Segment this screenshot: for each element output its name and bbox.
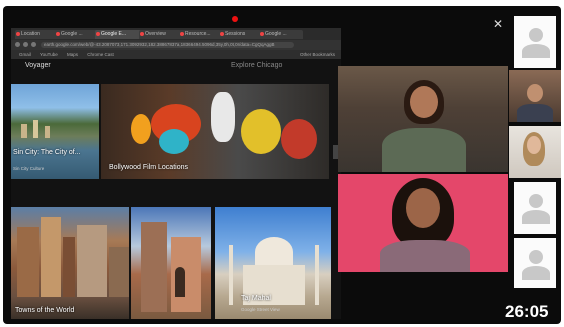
dancer-image — [241, 109, 281, 154]
voyager-card[interactable]: Towns of the World — [11, 207, 129, 319]
browser-tab-bar: Location Google ... Google E... Overview… — [11, 28, 341, 40]
user-icon-body — [522, 210, 550, 224]
card-title: Sin City: The City of... — [13, 149, 81, 156]
participant-avatar-placeholder[interactable] — [514, 238, 556, 288]
tab-label: Google ... — [61, 31, 83, 37]
face-shape — [410, 86, 438, 118]
face-shape — [527, 84, 543, 102]
card-subtitle: Sin City Culture — [13, 166, 45, 171]
recording-indicator — [232, 16, 238, 22]
building-image — [141, 222, 167, 312]
dancer-image — [131, 114, 151, 144]
user-icon — [529, 250, 543, 264]
card-title: Towns of the World — [15, 307, 75, 314]
shirt-shape — [380, 240, 470, 272]
voyager-header: Voyager Explore Chicago — [11, 59, 341, 73]
tab-label: Overview — [145, 31, 166, 37]
tab-favicon-icon — [140, 32, 144, 36]
voyager-card[interactable] — [131, 207, 211, 319]
browser-tab[interactable]: Overview — [139, 30, 183, 39]
meeting-window: ✕ Location Google ... Google E... Overvi… — [3, 6, 561, 324]
address-bar-row: earth.google.com/web/@-43.2087073,171.30… — [11, 40, 341, 50]
address-input[interactable]: earth.google.com/web/@-43.2087073,171.30… — [41, 42, 294, 48]
browser-tab[interactable]: Google ... — [259, 30, 303, 39]
reload-icon[interactable] — [31, 42, 36, 47]
participant-video[interactable] — [509, 70, 561, 122]
close-icon[interactable]: ✕ — [493, 18, 503, 30]
back-icon[interactable] — [15, 42, 20, 47]
dancer-image — [211, 92, 235, 142]
browser-tab[interactable]: Google ... — [55, 30, 99, 39]
user-icon — [529, 28, 543, 42]
shirt-shape — [517, 104, 553, 122]
building-image — [77, 225, 107, 297]
tab-favicon-icon — [180, 32, 184, 36]
tab-label: Google E... — [101, 31, 127, 37]
building-image — [41, 217, 61, 297]
face-shape — [406, 188, 440, 228]
building-image — [21, 124, 27, 138]
building-image — [63, 237, 75, 297]
tab-label: Google ... — [265, 31, 287, 37]
dancer-image — [159, 129, 189, 154]
card-title: Bollywood Film Locations — [109, 164, 188, 171]
voyager-title[interactable]: Voyager — [25, 62, 51, 69]
bookmarks-bar: Gmail YouTube Maps Chrome Cast Other Boo… — [11, 50, 341, 59]
user-icon-body — [522, 44, 550, 58]
card-subtitle: Google Street View — [241, 307, 280, 312]
tab-favicon-icon — [16, 32, 20, 36]
participant-avatar-placeholder[interactable] — [514, 16, 556, 68]
user-icon-body — [522, 266, 550, 280]
other-bookmarks[interactable]: Other Bookmarks — [300, 50, 335, 59]
tab-label: Location — [21, 31, 40, 37]
explore-label[interactable]: Explore Chicago — [231, 62, 282, 69]
shared-screen: Location Google ... Google E... Overview… — [11, 28, 341, 319]
shirt-shape — [382, 128, 466, 172]
browser-tab[interactable]: Sessions — [219, 30, 263, 39]
participant-video[interactable] — [509, 126, 561, 178]
minaret-image — [229, 245, 233, 305]
tab-label: Resource... — [185, 31, 211, 37]
voyager-card[interactable]: Taj Mahal Google Street View — [215, 207, 331, 319]
voyager-card[interactable]: Bollywood Film Locations — [101, 84, 329, 179]
forward-icon[interactable] — [23, 42, 28, 47]
tab-label: Sessions — [225, 31, 246, 37]
card-title: Taj Mahal — [241, 295, 271, 302]
participant-video[interactable] — [338, 174, 508, 272]
building-image — [109, 247, 129, 297]
minaret-image — [315, 245, 319, 305]
participant-avatar-placeholder[interactable] — [514, 182, 556, 234]
browser-tab[interactable]: Location — [15, 30, 59, 39]
doorway-image — [175, 267, 185, 297]
bookmark-item[interactable]: Chrome Cast — [87, 52, 114, 57]
participant-video[interactable] — [338, 66, 508, 172]
browser-tab-active[interactable]: Google E... — [95, 30, 143, 39]
tab-favicon-icon — [96, 32, 100, 36]
taj-dome-image — [255, 237, 293, 267]
building-image — [33, 120, 38, 138]
tab-favicon-icon — [260, 32, 264, 36]
voyager-card[interactable]: Sin City: The City of... Sin City Cultur… — [11, 84, 99, 179]
tab-favicon-icon — [220, 32, 224, 36]
face-shape — [527, 136, 541, 154]
browser-tab[interactable]: Resource... — [179, 30, 223, 39]
bookmark-item[interactable]: Gmail — [19, 52, 31, 57]
tab-favicon-icon — [56, 32, 60, 36]
building-image — [45, 126, 50, 138]
dancer-image — [281, 119, 317, 159]
call-timer: 26:05 — [505, 302, 549, 321]
user-icon — [529, 194, 543, 208]
bookmark-item[interactable]: Maps — [67, 52, 78, 57]
building-image — [17, 227, 39, 297]
bookmark-item[interactable]: YouTube — [40, 52, 58, 57]
google-earth-voyager: Voyager Explore Chicago Sin City: The Ci… — [11, 59, 341, 319]
